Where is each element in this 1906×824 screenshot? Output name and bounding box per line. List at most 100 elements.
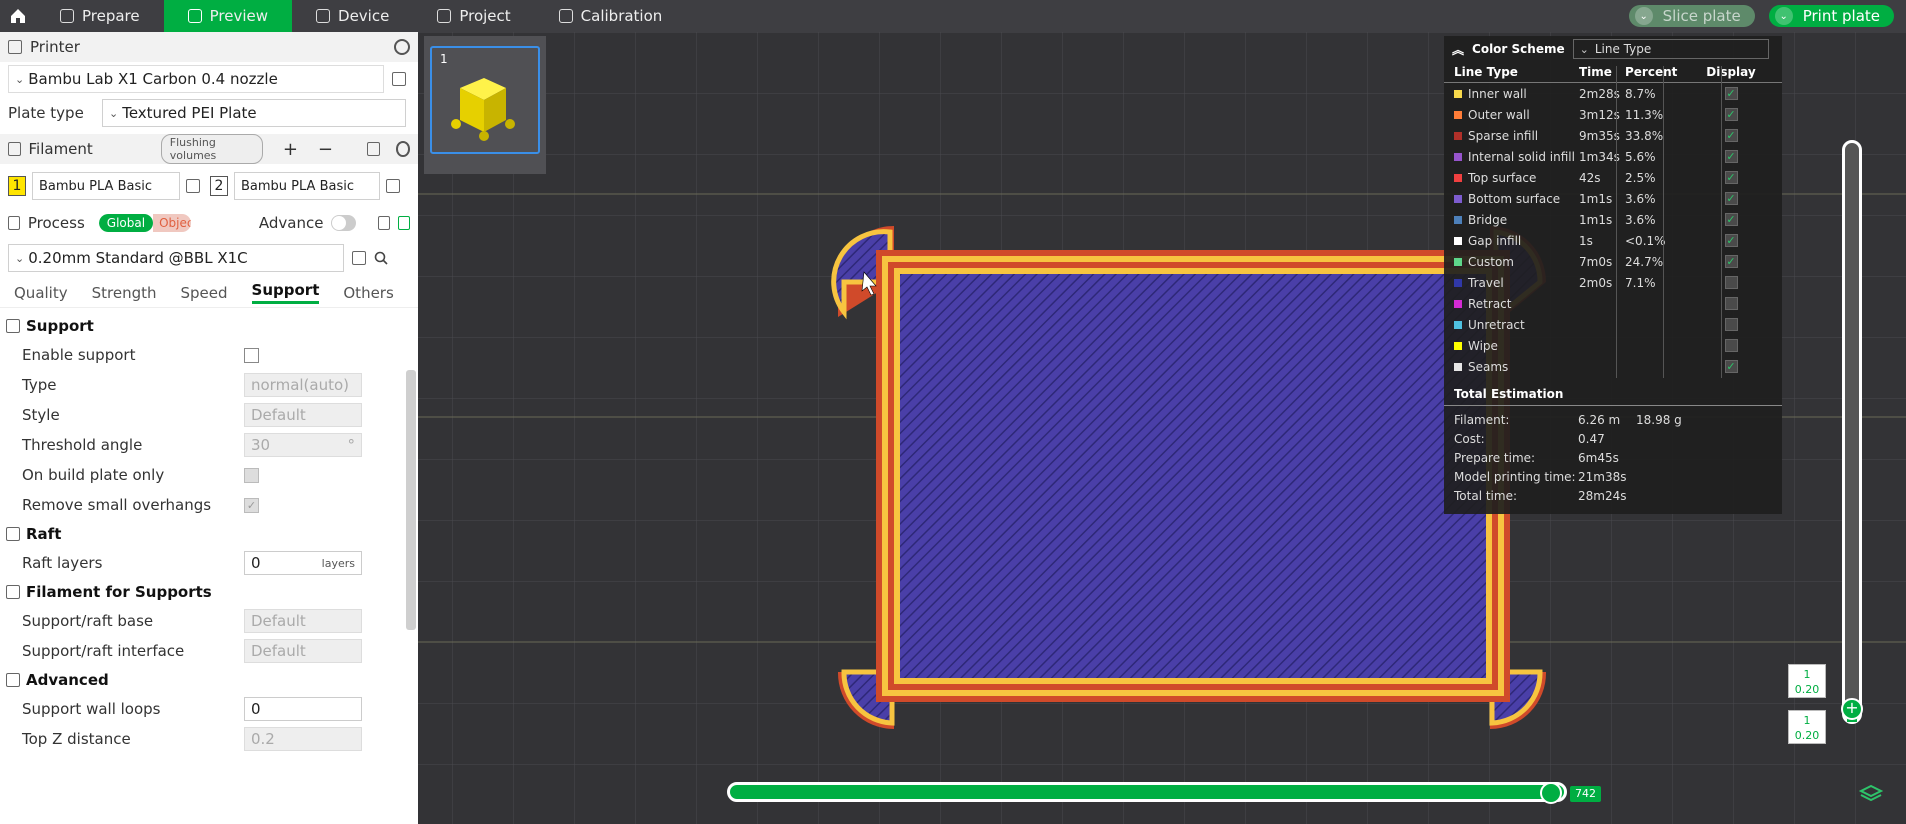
plate-type-value: Textured PEI Plate (122, 104, 257, 122)
chevron-down-icon: ⌄ (15, 251, 25, 265)
move-slider-track[interactable] (727, 782, 1567, 802)
display-cell: ✓ (1701, 129, 1761, 142)
build-plate-only-checkbox[interactable] (244, 467, 259, 483)
display-checkbox[interactable]: ✓ (1724, 108, 1738, 121)
filament-select[interactable]: Bambu PLA Basic (234, 172, 380, 200)
move-slider-value: 742 (1570, 786, 1601, 802)
support-style-select[interactable]: Default (244, 403, 362, 427)
plate-thumbnail[interactable]: 1 (430, 46, 540, 154)
legend-line-type: Bottom surface (1454, 192, 1579, 206)
tab-project[interactable]: Project (413, 0, 534, 32)
chevron-down-icon[interactable]: ⌄ (1774, 7, 1793, 25)
support-wall-loops-input[interactable]: 0 (244, 697, 362, 721)
tab-support[interactable]: Support (251, 281, 320, 304)
tab-device[interactable]: Device (292, 0, 413, 32)
line-type-name: Internal solid infill (1468, 149, 1575, 164)
display-checkbox[interactable] (1724, 339, 1738, 352)
color-scheme-select[interactable]: ⌄ Line Type (1572, 39, 1769, 59)
display-checkbox[interactable]: ✓ (1724, 360, 1738, 373)
tab-quality[interactable]: Quality (14, 284, 68, 302)
line-type-time: 3m12s (1579, 107, 1620, 122)
add-filament-icon[interactable]: + (283, 139, 298, 160)
remove-filament-icon[interactable]: − (318, 139, 333, 160)
filament-slot-1[interactable]: 1 Bambu PLA Basic (8, 172, 200, 200)
filament-weight: 18.98 g (1636, 412, 1682, 427)
tab-speed[interactable]: Speed (181, 284, 228, 302)
printer-name: Bambu Lab X1 Carbon 0.4 nozzle (28, 70, 278, 88)
tab-strength[interactable]: Strength (92, 284, 157, 302)
save-preset-icon[interactable] (352, 251, 366, 265)
tab-prepare[interactable]: Prepare (36, 0, 164, 32)
layers-toggle-icon[interactable] (1859, 782, 1883, 806)
display-checkbox[interactable]: ✓ (1724, 171, 1738, 184)
tab-preview[interactable]: Preview (163, 0, 293, 32)
raft-interface-select[interactable]: Default (244, 639, 362, 663)
layer-bottom-height: 0.20 (1794, 729, 1820, 742)
advance-label: Advance (258, 214, 324, 232)
tab-preview-label: Preview (209, 7, 269, 25)
display-checkbox[interactable]: ✓ (1724, 255, 1738, 268)
display-checkbox[interactable]: ✓ (1724, 234, 1738, 247)
color-swatch (1454, 320, 1462, 329)
slice-plate-button[interactable]: ⌄ Slice plate (1628, 5, 1755, 27)
display-checkbox[interactable]: ✓ (1724, 213, 1738, 226)
print-plate-button[interactable]: ⌄ Print plate (1768, 5, 1894, 27)
layer-slider-track[interactable] (1842, 140, 1862, 724)
threshold-angle-input[interactable]: 30 ° (244, 433, 362, 457)
color-swatch (1454, 236, 1462, 245)
advance-toggle[interactable] (331, 215, 357, 231)
line-type-name: Top surface (1468, 170, 1537, 185)
layer-slider-handle-add-icon[interactable]: + (1841, 698, 1863, 720)
search-icon[interactable] (374, 251, 388, 265)
color-swatch (1454, 299, 1462, 308)
display-checkbox[interactable]: ✓ (1724, 87, 1738, 100)
display-checkbox[interactable]: ✓ (1724, 150, 1738, 163)
filament-slot-2[interactable]: 2 Bambu PLA Basic (210, 172, 400, 200)
edit-filament-icon[interactable] (186, 179, 200, 193)
tab-calibration[interactable]: Calibration (535, 0, 687, 32)
filament-settings-gear-icon[interactable] (395, 141, 410, 157)
display-checkbox[interactable] (1724, 276, 1738, 289)
filament-select[interactable]: Bambu PLA Basic (32, 172, 180, 200)
raft-base-select[interactable]: Default (244, 609, 362, 633)
tab-others[interactable]: Others (343, 284, 393, 302)
layer-bottom-number: 1 (1803, 714, 1811, 727)
display-checkbox[interactable] (1724, 297, 1738, 310)
display-checkbox[interactable]: ✓ (1724, 192, 1738, 205)
global-option[interactable]: Global (98, 214, 154, 232)
move-slider-handle[interactable] (1540, 782, 1562, 804)
legend-line-type: Sparse infill (1454, 129, 1579, 143)
filament-title: Filament (28, 140, 93, 158)
process-compare-icon[interactable] (378, 216, 391, 230)
display-checkbox[interactable] (1724, 318, 1738, 331)
top-z-distance-input[interactable]: 0.2 (244, 727, 362, 751)
objects-option[interactable]: Objects (153, 214, 191, 232)
sidebar-scrollbar[interactable] (406, 370, 416, 630)
home-button[interactable] (0, 0, 36, 32)
color-swatch (1454, 215, 1462, 224)
collapse-chevron-icon[interactable]: ︽ (1452, 41, 1464, 58)
flushing-volumes-button[interactable]: Flushing volumes (160, 134, 263, 164)
threshold-angle-unit: ° (347, 436, 356, 454)
remove-overhangs-checkbox[interactable]: ✓ (244, 497, 259, 513)
chevron-down-icon[interactable]: ⌄ (1634, 7, 1653, 25)
line-type-name: Bottom surface (1468, 191, 1561, 206)
display-checkbox[interactable]: ✓ (1724, 129, 1738, 142)
estimate-model-row: Model printing time: 21m38s (1444, 467, 1782, 486)
raft-layers-input[interactable]: 0 layers (244, 551, 362, 575)
process-params-icon[interactable] (398, 216, 410, 230)
filament-sync-icon[interactable] (367, 142, 380, 156)
printer-settings-gear-icon[interactable] (394, 39, 410, 55)
support-type-select[interactable]: normal(auto) (244, 373, 362, 397)
filament-icon (8, 142, 21, 156)
preview-viewport[interactable]: 1 ︽ Color Scheme ⌄ Line Type Line Type Ti… (418, 32, 1906, 824)
enable-support-checkbox[interactable] (244, 347, 259, 363)
edit-printer-icon[interactable] (392, 72, 406, 86)
printer-select[interactable]: ⌄ Bambu Lab X1 Carbon 0.4 nozzle (8, 65, 384, 93)
edit-filament-icon[interactable] (386, 179, 400, 193)
plate-type-select[interactable]: ⌄ Textured PEI Plate (102, 99, 406, 127)
display-cell: ✓ (1701, 192, 1761, 205)
global-objects-toggle[interactable]: Global Objects (98, 214, 191, 232)
legend-row: Outer wall 3m12s 11.3% ✓ (1444, 104, 1782, 125)
process-preset-select[interactable]: ⌄ 0.20mm Standard @BBL X1C (8, 244, 344, 272)
